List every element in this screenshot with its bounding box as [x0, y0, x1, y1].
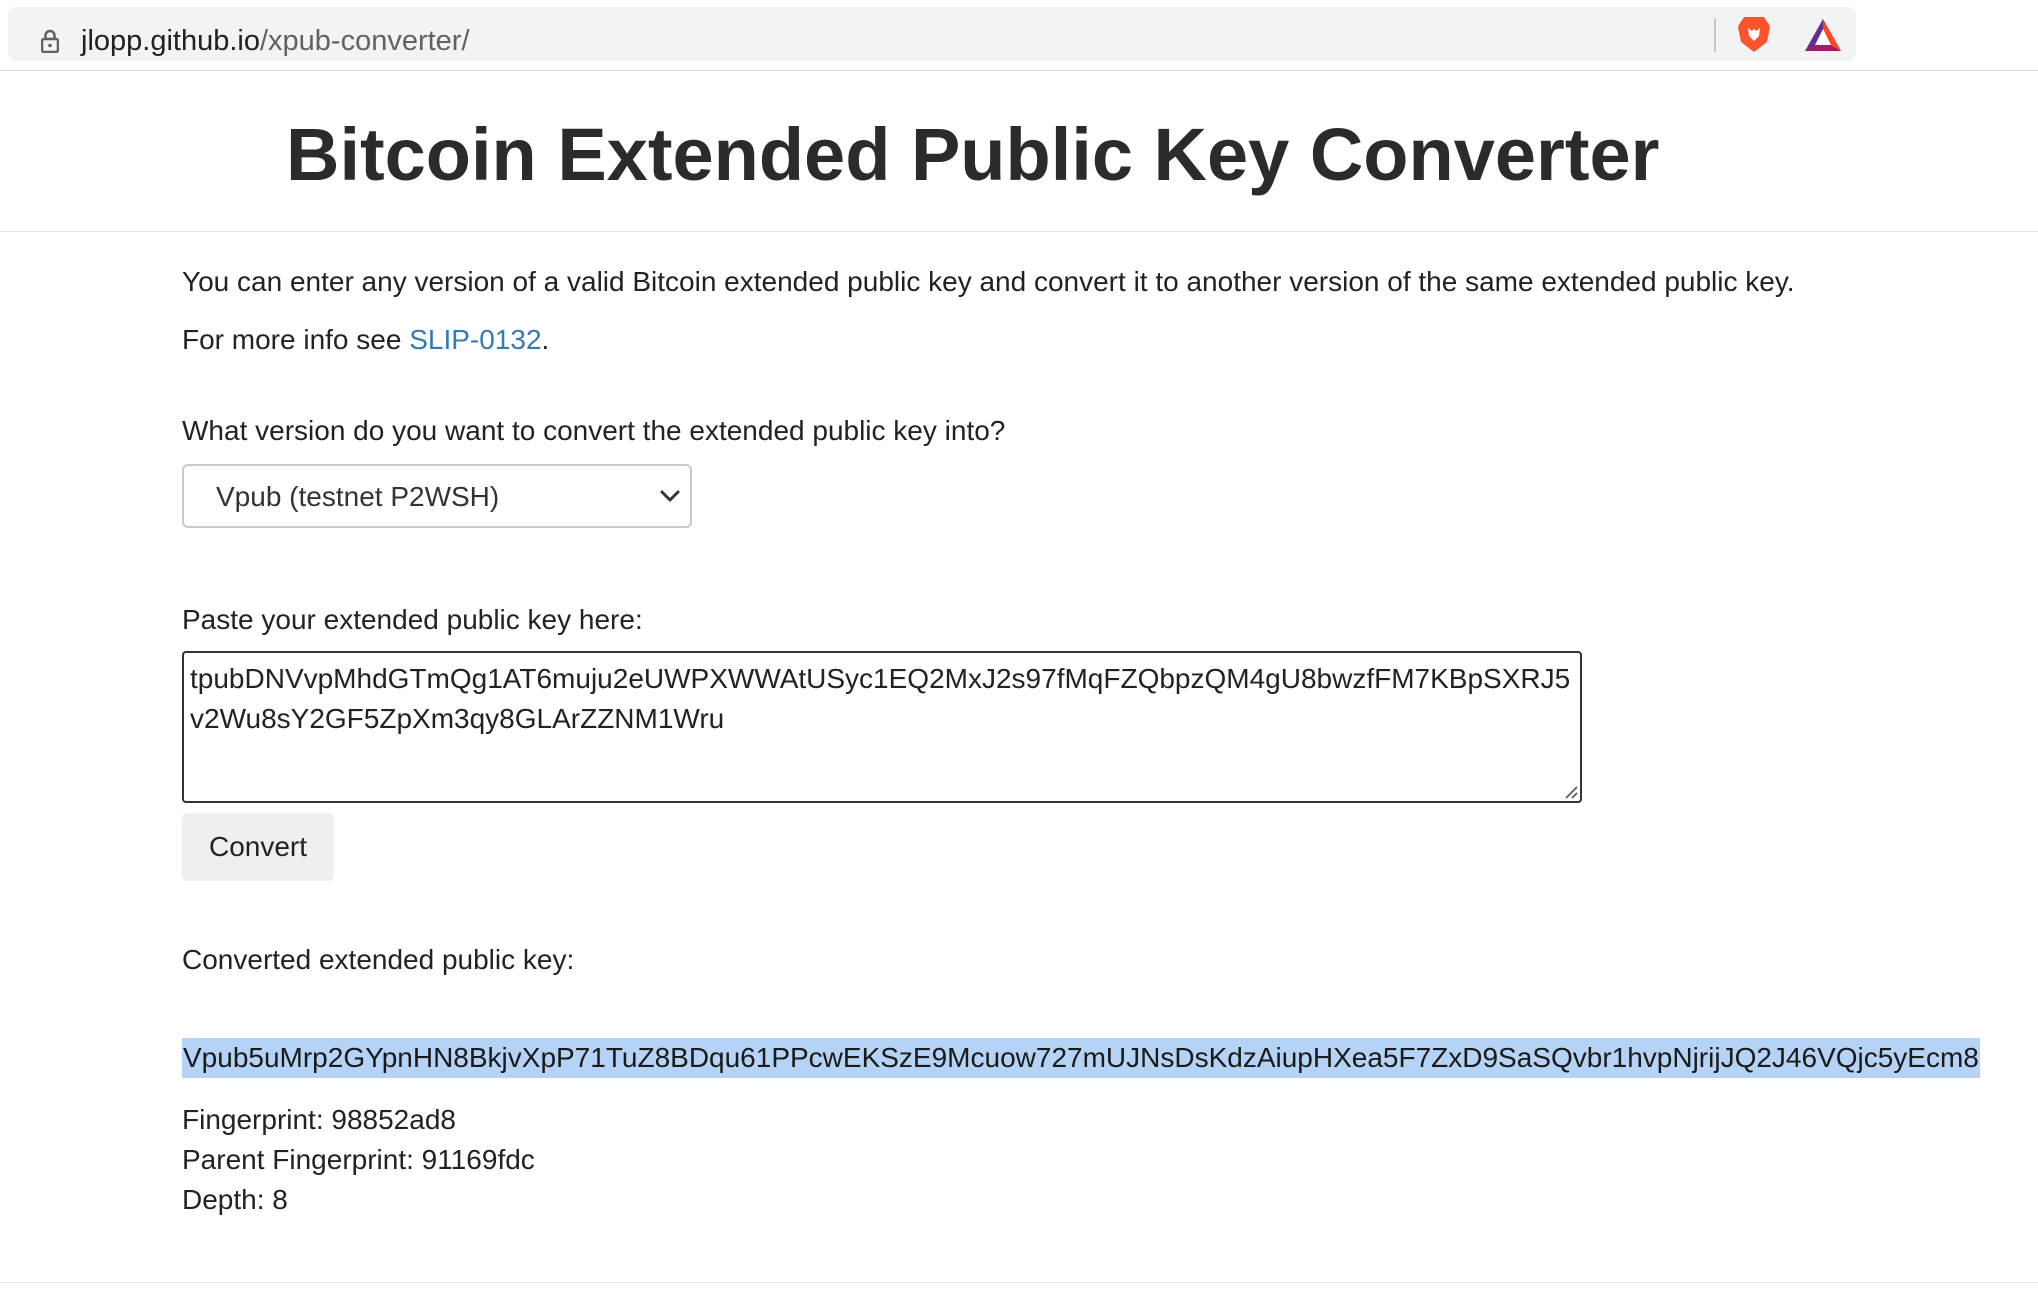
resize-grip-icon[interactable]	[1562, 783, 1578, 799]
address-bar[interactable]: jlopp.github.io/xpub-converter/	[8, 7, 1856, 61]
url-path: /xpub-converter/	[259, 25, 470, 57]
depth-text: Depth: 8	[182, 1184, 288, 1215]
convert-button[interactable]: Convert	[182, 813, 334, 881]
page-header: Bitcoin Extended Public Key Converter	[0, 71, 2038, 232]
more-info-suffix: .	[541, 324, 550, 355]
url-domain: jlopp.github.io	[81, 25, 260, 57]
toolbar-divider	[1714, 18, 1716, 52]
paste-label: Paste your extended public key here:	[182, 604, 643, 635]
slip-0132-link[interactable]: SLIP-0132	[409, 324, 541, 355]
url-text[interactable]: jlopp.github.io/xpub-converter/	[81, 21, 470, 61]
bat-triangle-icon[interactable]	[1803, 17, 1843, 53]
lock-icon[interactable]	[41, 29, 59, 53]
version-question-label: What version do you want to convert the …	[182, 415, 1006, 446]
converted-key-value[interactable]: Vpub5uMrp2GYpnHN8BkjvXpP71TuZ8BDqu61PPcw…	[182, 1038, 1980, 1078]
browser-toolbar: jlopp.github.io/xpub-converter/	[0, 0, 2038, 71]
xpub-input-textarea[interactable]: tpubDNVvpMhdGTmQg1AT6muju2eUWPXWWAtUSyc1…	[182, 651, 1582, 803]
bottom-divider	[0, 1282, 2038, 1283]
fingerprint-text: Fingerprint: 98852ad8	[182, 1104, 456, 1135]
version-select-value: Vpub (testnet P2WSH)	[216, 481, 500, 512]
brave-lion-icon[interactable]	[1737, 14, 1771, 54]
converted-label: Converted extended public key:	[182, 944, 575, 975]
intro-text: You can enter any version of a valid Bit…	[182, 266, 1795, 297]
more-info-prefix: For more info see	[182, 324, 410, 355]
more-info-line: For more info see SLIP-0132.	[182, 322, 549, 358]
version-select[interactable]: Vpub (testnet P2WSH)	[182, 464, 692, 528]
chevron-down-icon	[660, 490, 680, 502]
xpub-input-value: tpubDNVvpMhdGTmQg1AT6muju2eUWPXWWAtUSyc1…	[190, 663, 1571, 734]
page-title: Bitcoin Extended Public Key Converter	[286, 113, 1660, 196]
parent-fingerprint-text: Parent Fingerprint: 91169fdc	[182, 1144, 535, 1175]
